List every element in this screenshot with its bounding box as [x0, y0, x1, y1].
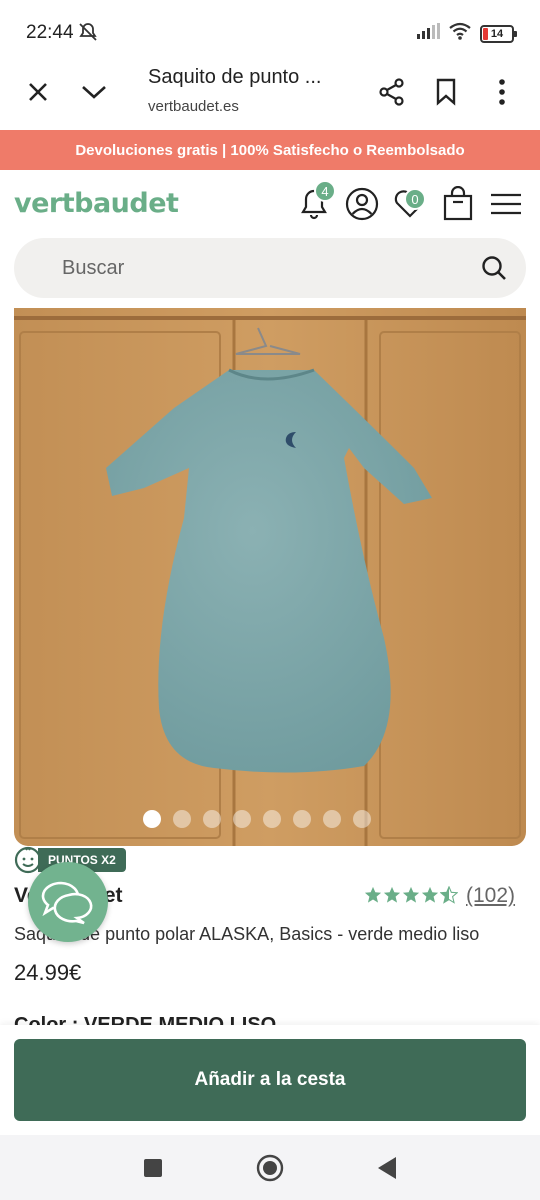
star-half-icon	[440, 886, 458, 904]
close-icon[interactable]	[16, 70, 60, 114]
bell-off-icon	[78, 22, 98, 47]
rating-stars[interactable]	[364, 886, 458, 904]
recents-icon[interactable]	[138, 1153, 168, 1183]
share-icon[interactable]	[370, 70, 414, 114]
status-icons: 14	[416, 22, 517, 45]
gallery-dot[interactable]	[233, 810, 251, 828]
gallery-dot[interactable]	[353, 810, 371, 828]
account-button[interactable]	[342, 184, 382, 224]
chat-bubbles-icon	[41, 881, 93, 925]
back-icon[interactable]	[372, 1153, 402, 1183]
wishlist-badge: 0	[404, 188, 426, 210]
search-placeholder: Buscar	[62, 257, 125, 279]
browser-toolbar: Saquito de punto ... vertbaudet.es	[0, 64, 540, 130]
home-icon[interactable]	[255, 1153, 285, 1183]
promo-text: Devoluciones gratis | 100% Satisfecho o …	[75, 141, 465, 159]
battery-icon: 14	[480, 24, 517, 43]
shopping-bag-icon	[443, 186, 473, 221]
star-icon	[364, 886, 382, 903]
gallery-dot[interactable]	[323, 810, 341, 828]
chat-button[interactable]	[28, 862, 108, 942]
wishlist-button[interactable]: 0	[390, 184, 430, 224]
cart-button[interactable]	[438, 184, 478, 224]
page-title: Saquito de punto ...	[148, 66, 322, 88]
add-to-cart-bar: Añadir a la cesta	[0, 1025, 540, 1135]
hamburger-icon	[491, 193, 521, 215]
site-header: vertbaudet 4 0	[0, 170, 540, 238]
system-nav-bar	[0, 1135, 540, 1200]
color-label: Color : VERDE MEDIO LISO	[14, 1014, 277, 1025]
wifi-icon	[448, 22, 472, 45]
star-icon	[421, 886, 439, 903]
battery-level: 14	[490, 27, 504, 40]
page-url[interactable]: vertbaudet.es	[148, 98, 239, 115]
star-icon	[402, 886, 420, 903]
notifications-button[interactable]: 4	[294, 180, 336, 224]
add-to-cart-button[interactable]: Añadir a la cesta	[14, 1039, 526, 1121]
logo[interactable]: vertbaudet	[14, 188, 179, 219]
user-icon	[345, 187, 379, 221]
gallery-dot[interactable]	[173, 810, 191, 828]
gallery-dot[interactable]	[263, 810, 281, 828]
reviews-count-link[interactable]: (102)	[466, 884, 515, 908]
menu-button[interactable]	[486, 184, 526, 224]
star-icon	[383, 886, 401, 903]
promo-banner[interactable]: Devoluciones gratis | 100% Satisfecho o …	[0, 130, 540, 170]
chevron-down-icon[interactable]	[72, 70, 116, 114]
gallery-pagination	[14, 810, 526, 828]
search-input[interactable]: Buscar	[14, 238, 526, 298]
more-icon[interactable]	[480, 70, 524, 114]
gallery-dot[interactable]	[203, 810, 221, 828]
bookmark-icon[interactable]	[424, 70, 468, 114]
notifications-badge: 4	[314, 180, 336, 202]
product-photo	[14, 308, 526, 846]
search-icon[interactable]	[480, 254, 508, 282]
status-time: 22:44	[26, 22, 74, 43]
status-bar: 22:44 14	[0, 0, 540, 64]
gallery-dot[interactable]	[143, 810, 161, 828]
gallery-dot[interactable]	[293, 810, 311, 828]
product-image-gallery[interactable]	[14, 308, 526, 846]
signal-icon	[416, 23, 440, 44]
product-price: 24.99€	[14, 960, 82, 985]
